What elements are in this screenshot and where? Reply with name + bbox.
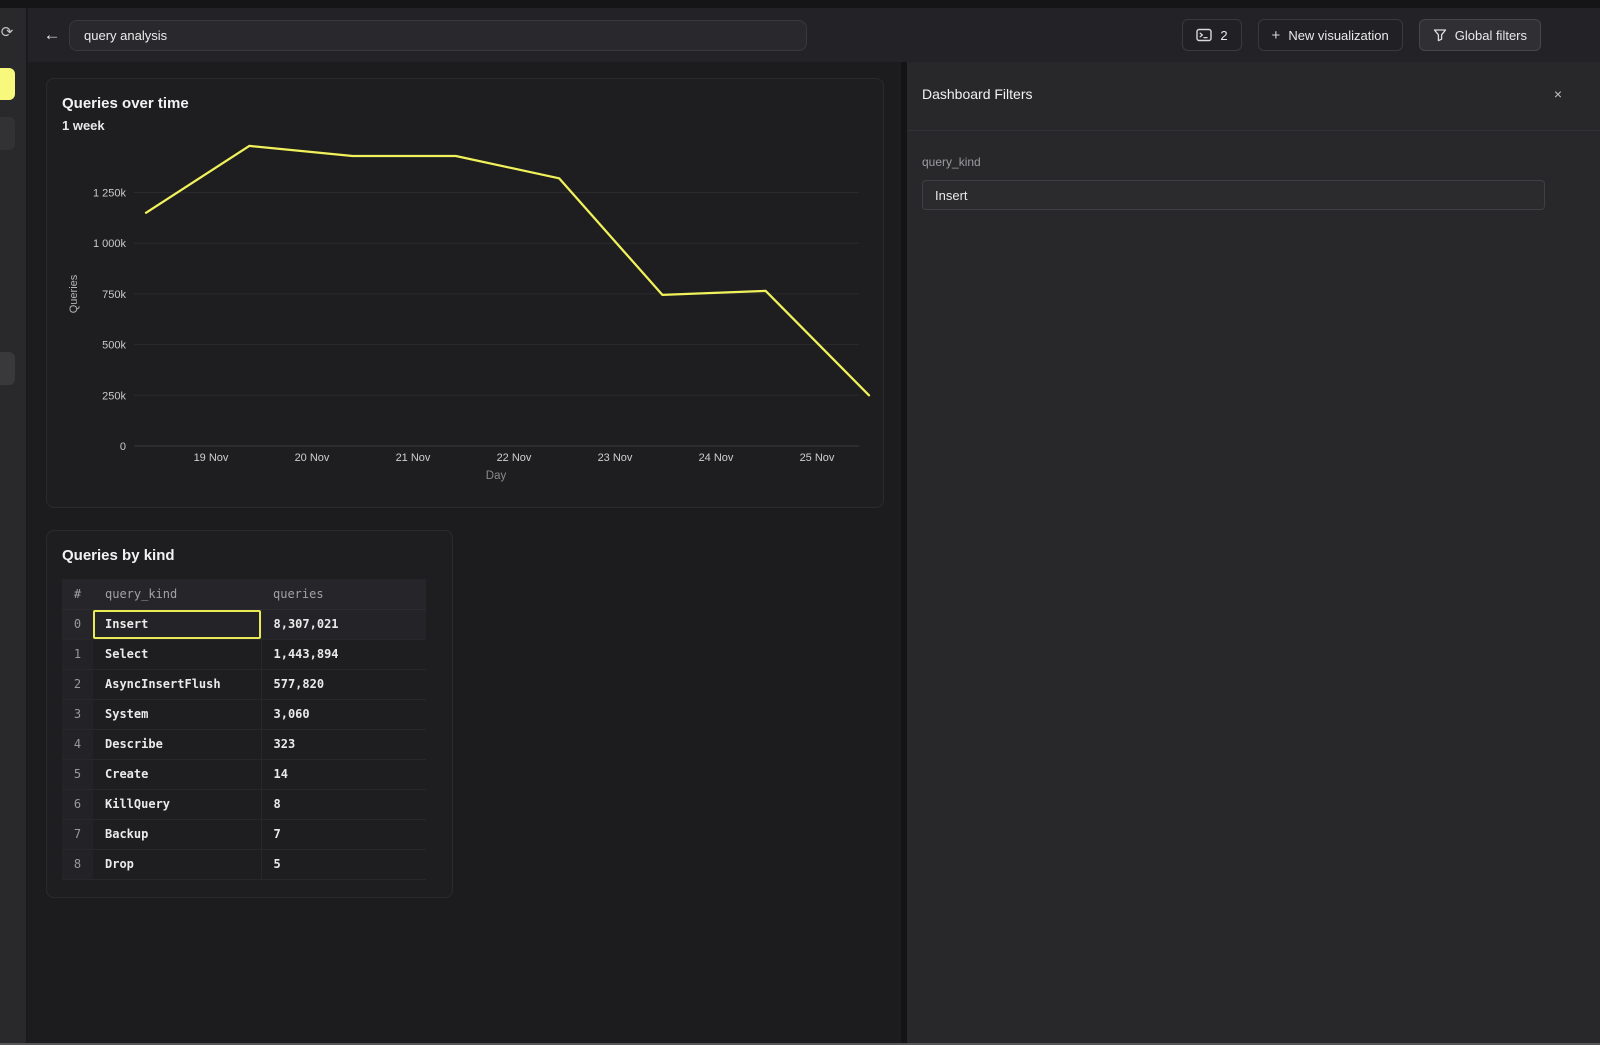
new-visualization-label: New visualization [1288,28,1388,43]
global-filters-button[interactable]: Global filters [1419,19,1541,51]
query-kind-cell[interactable]: Describe [93,729,261,759]
row-index: 6 [62,789,93,819]
y-tick-label: 1 000k [93,238,127,250]
window-top-edge [0,0,1600,8]
x-tick-label: 19 Nov [194,452,229,464]
x-tick-label: 24 Nov [699,452,734,464]
plus-icon: + [1272,27,1281,44]
x-axis-title: Day [486,470,507,482]
filters-panel-title: Dashboard Filters [922,86,1033,102]
y-tick-label: 500k [102,340,126,352]
table-row: 3System3,060 [62,699,426,729]
query-kind-cell[interactable]: Backup [93,819,261,849]
row-index: 1 [62,639,93,669]
row-index: 8 [62,849,93,879]
queries-line-series [146,146,869,395]
filters-panel-header: Dashboard Filters × [907,62,1600,131]
funnel-icon [1433,28,1447,42]
table-row: 1Select1,443,894 [62,639,426,669]
row-index: 0 [62,609,93,639]
table-row: 6KillQuery8 [62,789,426,819]
x-tick-label: 21 Nov [396,452,431,464]
dashboard-canvas: Queries over time 1 week 0 250k 500k 750k 1 … [28,62,901,1045]
query-kind-cell[interactable]: System [93,699,261,729]
y-tick-label: 1 250k [93,188,127,200]
x-tick-label: 20 Nov [295,452,330,464]
table-row: 8Drop5 [62,849,426,879]
row-index: 7 [62,819,93,849]
queries-value-cell[interactable]: 323 [261,729,426,759]
chart-title: Queries over time [62,95,189,112]
row-index: 2 [62,669,93,699]
column-header-index: # [62,579,93,609]
table-row: 2AsyncInsertFlush577,820 [62,669,426,699]
chart-subtitle: 1 week [62,118,105,133]
row-index: 3 [62,699,93,729]
table-row: 5Create14 [62,759,426,789]
x-tick-label: 22 Nov [497,452,532,464]
sidebar-item-visualization-3[interactable] [0,352,15,385]
topbar: ← 2 + New visualization Global filter [28,8,1600,62]
queries-value-cell[interactable]: 5 [261,849,426,879]
sidebar-item-visualization-2[interactable] [0,117,15,150]
close-icon[interactable]: × [1548,84,1568,104]
dashboard-title-input[interactable] [69,20,807,51]
row-index: 5 [62,759,93,789]
new-visualization-button[interactable]: + New visualization [1258,19,1403,51]
query-kind-cell[interactable]: KillQuery [93,789,261,819]
queries-value-cell[interactable]: 8,307,021 [261,609,426,639]
query-kind-cell[interactable]: Create [93,759,261,789]
global-filters-label: Global filters [1455,28,1527,43]
queries-value-cell[interactable]: 577,820 [261,669,426,699]
console-count-label: 2 [1220,28,1227,43]
queries-value-cell[interactable]: 1,443,894 [261,639,426,669]
filter-field-label: query_kind [922,155,981,169]
column-header-query-kind: query_kind [93,579,261,609]
queries-chart-plot[interactable]: 0 250k 500k 750k 1 000k 1 250k 19 Nov 20 Nov 21 … [61,136,871,491]
queries-over-time-card: Queries over time 1 week 0 250k 500k 750k 1 … [46,78,884,508]
query-kind-cell[interactable]: Drop [93,849,261,879]
row-index: 4 [62,729,93,759]
queries-value-cell[interactable]: 14 [261,759,426,789]
y-tick-label: 0 [120,441,126,453]
queries-by-kind-card: Queries by kind # query_kind queries 0In… [46,530,453,898]
query-kind-cell[interactable]: AsyncInsertFlush [93,669,261,699]
back-button[interactable]: ← [40,23,64,47]
table-header-row: # query_kind queries [62,579,426,609]
dashboard-filters-panel: Dashboard Filters × query_kind [907,62,1600,1045]
x-tick-label: 25 Nov [800,452,835,464]
x-tick-label: 23 Nov [598,452,633,464]
table-title: Queries by kind [62,547,175,564]
table-row: 7Backup7 [62,819,426,849]
table-row: 4Describe323 [62,729,426,759]
queries-value-cell[interactable]: 8 [261,789,426,819]
history-icon[interactable]: ⟳ [0,22,18,44]
console-icon [1196,28,1212,42]
y-tick-label: 750k [102,289,126,301]
query-kind-filter-input[interactable] [922,180,1545,210]
query-kind-cell[interactable]: Insert [93,609,261,639]
console-count-button[interactable]: 2 [1182,19,1241,51]
table-row: 0Insert8,307,021 [62,609,426,639]
query-kind-cell[interactable]: Select [93,639,261,669]
column-header-queries: queries [261,579,426,609]
y-axis-title: Queries [68,274,80,313]
visualization-sidebar: ⟳ [0,8,27,1045]
queries-by-kind-table: # query_kind queries 0Insert8,307,0211Se… [62,579,426,880]
sidebar-item-active-visualization[interactable] [0,68,15,100]
queries-value-cell[interactable]: 3,060 [261,699,426,729]
y-tick-label: 250k [102,390,126,402]
queries-value-cell[interactable]: 7 [261,819,426,849]
